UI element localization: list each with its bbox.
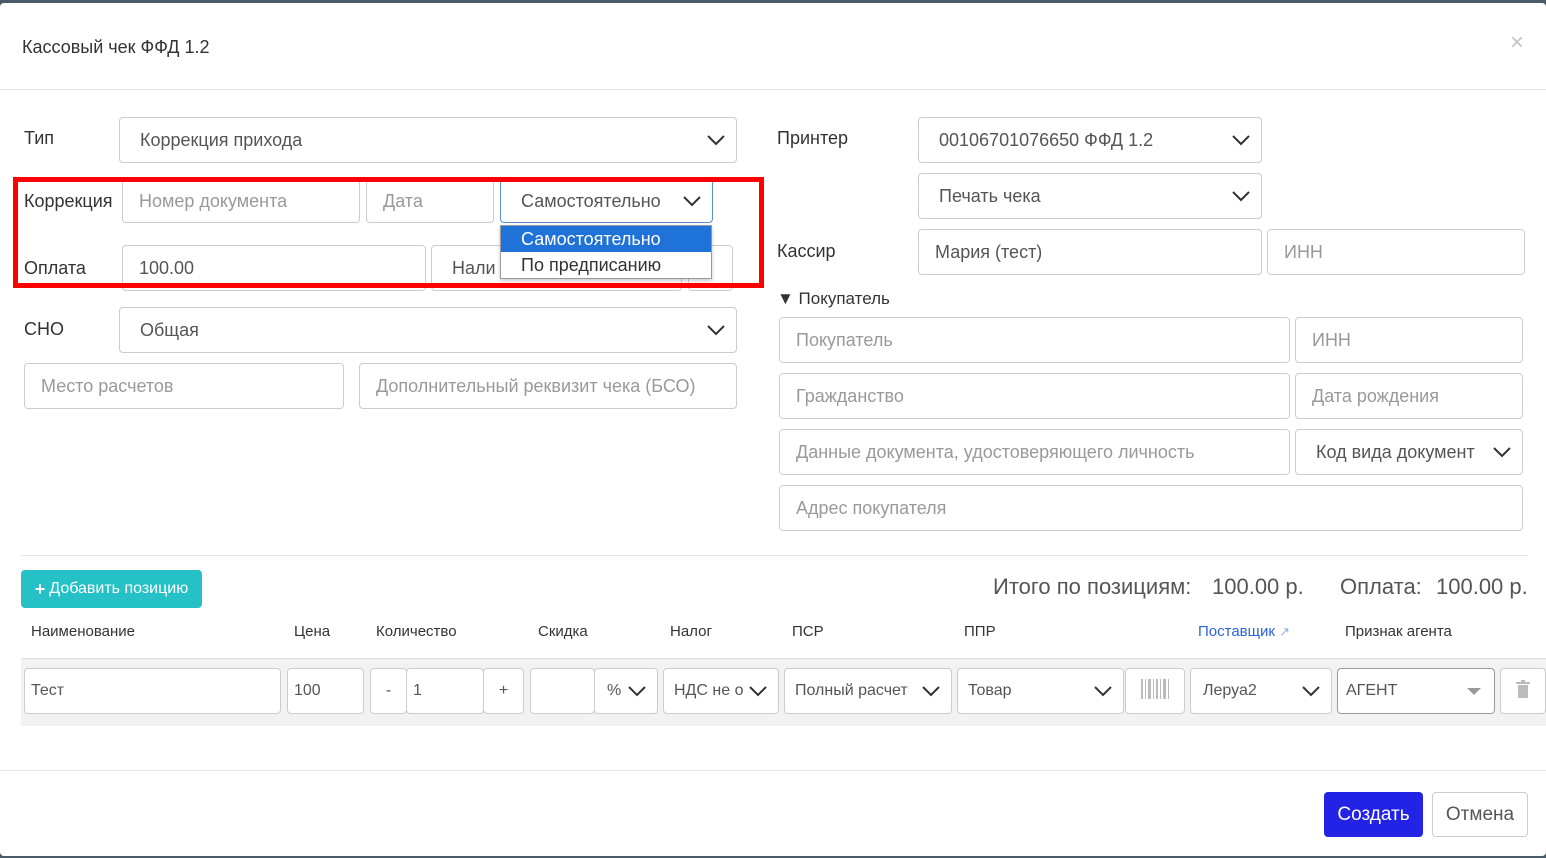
receipt-modal: Кассовый чек ФФД 1.2 × Тип Коррекция при… [0,3,1546,856]
col-ppr: ППР [964,623,996,640]
trash-icon [1516,679,1530,703]
supplier-link-label: Поставщик [1198,623,1275,640]
delete-row-button[interactable] [1500,668,1546,714]
discount-input[interactable] [530,668,595,714]
chevron-down-icon [706,324,726,336]
chevron-down-icon [748,685,768,697]
dropdown-option-self[interactable]: Самостоятельно [501,226,711,252]
discount-unit-select[interactable]: % [594,668,658,714]
chevron-down-icon [706,134,726,146]
dropdown-option-order[interactable]: По предписанию [501,252,711,278]
type-label: Тип [24,128,55,148]
sno-select-value: Общая [140,319,199,340]
cashier-inn-input[interactable]: ИНН [1267,229,1525,275]
header-divider [0,89,1546,90]
citizenship-input[interactable]: Гражданство [779,373,1290,419]
buyer-inn-input[interactable]: ИНН [1295,317,1523,363]
add-position-label: Добавить позицию [49,580,189,597]
chevron-down-icon [1301,685,1321,697]
cashier-input[interactable]: Мария (тест) [918,229,1262,275]
doc-kind-select[interactable]: Код вида документ [1295,429,1523,475]
place-input[interactable]: Место расчетов [24,363,344,409]
type-select-value: Коррекция прихода [140,129,303,150]
col-psr: ПСР [792,623,824,640]
col-supplier-link[interactable]: Поставщик ↗ [1198,623,1290,640]
chevron-down-icon [627,685,647,697]
doc-kind-value: Код вида документ [1316,441,1475,462]
barcode-icon [1140,677,1170,706]
cancel-button[interactable]: Отмена [1432,792,1528,837]
psr-select[interactable]: Полный расчет [784,668,952,714]
cashier-label: Кассир [777,241,836,261]
mode-select[interactable]: Печать чека [918,173,1262,219]
add-position-button[interactable]: + Добавить позицию [21,570,202,608]
agent-value: АГЕНТ [1346,682,1398,699]
create-button[interactable]: Создать [1324,792,1423,837]
sno-label: СНО [24,319,64,339]
col-tax: Налог [670,623,712,640]
col-agent: Признак агента [1345,623,1452,640]
qty-minus-button[interactable]: - [370,668,407,714]
sno-select[interactable]: Общая [119,307,737,353]
agent-select[interactable]: АГЕНТ [1337,668,1495,714]
barcode-button[interactable] [1125,668,1185,714]
chevron-down-icon [921,685,941,697]
chevron-down-icon [1093,685,1113,697]
qty-plus-button[interactable]: + [483,668,524,714]
footer-divider [0,770,1546,771]
item-price-input[interactable]: 100 [287,668,364,714]
col-price: Цена [294,623,331,640]
tax-select[interactable]: НДС не о [663,668,779,714]
buyer-input[interactable]: Покупатель [779,317,1290,363]
psr-value: Полный расчет [795,682,908,699]
payment-total-label: Оплата: [1340,574,1422,599]
correction-kind-dropdown: Самостоятельно По предписанию [500,225,712,279]
item-name-input[interactable]: Тест [24,668,281,714]
total-label: Итого по позициям: [993,574,1192,599]
buyer-toggle[interactable]: ▼ Покупатель [777,289,890,309]
ppr-select[interactable]: Товар [957,668,1124,714]
caret-down-icon [1464,685,1484,697]
external-link-icon: ↗ [1279,624,1290,639]
qty-input[interactable]: 1 [406,668,484,714]
col-name: Наименование [31,623,135,640]
col-discount: Скидка [538,623,588,640]
printer-select-value: 00106701076650 ФФД 1.2 [939,129,1154,150]
birthdate-input[interactable]: Дата рождения [1295,373,1523,419]
buyer-address-input[interactable]: Адрес покупателя [779,485,1523,531]
supplier-select[interactable]: Леруа2 [1190,668,1332,714]
tax-value: НДС не о [674,682,744,699]
chevron-down-icon [1231,190,1251,202]
mode-select-value: Печать чека [939,185,1041,206]
modal-title: Кассовый чек ФФД 1.2 [22,37,210,57]
ppr-value: Товар [968,682,1012,699]
type-select[interactable]: Коррекция прихода [119,117,737,163]
plus-icon: + [34,578,46,599]
chevron-down-icon [1492,446,1512,458]
total-value: 100.00 р. [1212,574,1304,599]
chevron-down-icon [1231,134,1251,146]
id-document-input[interactable]: Данные документа, удостоверяющего личнос… [779,429,1290,475]
printer-label: Принтер [777,128,849,148]
section-divider [21,555,1528,556]
col-qty: Количество [376,623,457,640]
discount-unit-value: % [607,682,622,699]
close-icon[interactable]: × [1510,31,1524,55]
extra-requisite-input[interactable]: Дополнительный реквизит чека (БСО) [359,363,737,409]
printer-select[interactable]: 00106701076650 ФФД 1.2 [918,117,1262,163]
supplier-value: Леруа2 [1203,682,1257,699]
payment-total-value: 100.00 р. [1436,574,1528,599]
